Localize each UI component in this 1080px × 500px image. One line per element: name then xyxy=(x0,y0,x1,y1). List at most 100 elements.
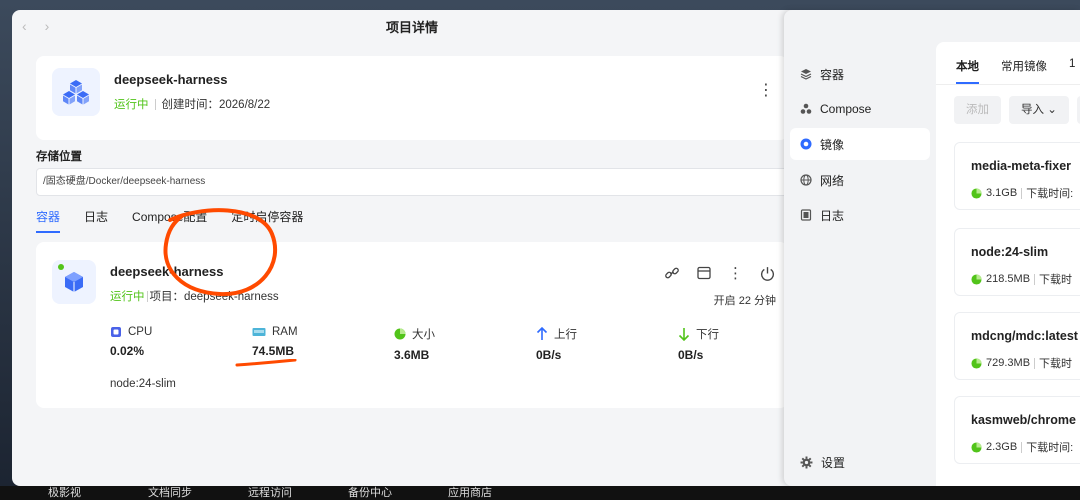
project-meta: 运行中 创建时间：2026/8/22 xyxy=(114,96,270,112)
image-card[interactable]: media-meta-fixer 3.1GB 下载时间: xyxy=(954,142,1080,210)
pie-icon xyxy=(971,187,982,199)
taskbar: 极影视 文档同步 远程访问 备份中心 应用商店 xyxy=(0,486,1080,500)
tab-local[interactable]: 本地 xyxy=(956,58,979,84)
image-card[interactable]: node:24-slim 218.5MB 下载时 xyxy=(954,228,1080,296)
taskbar-item[interactable]: 备份中心 xyxy=(348,486,448,500)
stat-label: CPU xyxy=(128,326,153,338)
tab-containers[interactable]: 容器 xyxy=(36,208,61,233)
divider xyxy=(1021,441,1023,453)
pie-icon xyxy=(394,328,406,340)
sidebar-item-settings[interactable]: 设置 xyxy=(790,446,930,478)
stat-label: 大小 xyxy=(412,329,435,341)
divider xyxy=(1034,357,1036,369)
stat-label: 下行 xyxy=(696,329,719,341)
image-name: mdcng/mdc:latest xyxy=(971,329,1078,343)
storage-path-field[interactable]: /固态硬盘/Docker/deepseek-harness xyxy=(36,168,788,196)
divider xyxy=(146,290,148,302)
sidebar-item-label: Compose xyxy=(820,102,872,116)
container-stats: CPU 0.02% RAM 74.5MB 大小 3.6MB 上行 0B/s 下行… xyxy=(110,326,812,362)
image-meta: 2.3GB 下载时间: xyxy=(971,439,1073,455)
compose-icon xyxy=(800,103,812,114)
window-title: 项目详情 xyxy=(385,19,438,35)
image-name: node:24-slim xyxy=(971,245,1049,259)
container-status: 运行中 xyxy=(110,291,145,303)
cubes-icon xyxy=(52,68,100,116)
annotation-circle xyxy=(163,208,278,297)
pie-icon xyxy=(971,441,982,453)
terminal-window-icon[interactable] xyxy=(696,265,712,281)
running-dot xyxy=(58,264,64,270)
project-name: deepseek-harness xyxy=(114,72,228,87)
divider xyxy=(154,98,156,110)
image-meta: 729.3MB 下载时 xyxy=(971,355,1072,371)
sidebar-item-network[interactable]: 网络 xyxy=(790,164,930,196)
stat-upload: 上行 0B/s xyxy=(536,326,678,362)
image-download-time: 下载时 xyxy=(1039,274,1073,286)
add-button[interactable]: 添加 xyxy=(954,96,1001,124)
image-card[interactable]: kasmweb/chrome 2.3GB 下载时间: xyxy=(954,396,1080,464)
stat-value: 74.5MB xyxy=(252,344,295,358)
docker-window: 容器 Compose 镜像 网络 日志 设置 本地 常用镜像 1 添加 导入 ⌄… xyxy=(784,10,1080,486)
globe-icon xyxy=(800,174,812,186)
layers-icon xyxy=(800,69,812,80)
link-icon[interactable] xyxy=(664,265,680,281)
sidebar-item-images[interactable]: 镜像 xyxy=(790,128,930,160)
image-name: kasmweb/chrome xyxy=(971,413,1076,427)
image-download-time: 下载时间: xyxy=(1026,442,1074,454)
gear-icon xyxy=(800,456,813,468)
stat-value: 3.6MB xyxy=(394,348,430,362)
divider xyxy=(1034,273,1036,285)
image-size: 218.5MB xyxy=(986,273,1031,285)
taskbar-item[interactable]: 极影视 xyxy=(48,486,148,500)
container-image: node:24-slim xyxy=(110,378,176,390)
project-card: deepseek-harness 运行中 创建时间：2026/8/22 ⋮ xyxy=(36,56,788,140)
taskbar-item[interactable]: 远程访问 xyxy=(248,486,348,500)
container-uptime: 开启 22 分钟 xyxy=(713,295,776,307)
arrow-up-icon xyxy=(536,327,548,340)
image-download-time: 下载时 xyxy=(1039,358,1073,370)
image-size: 3.1GB xyxy=(986,187,1018,199)
sidebar-item-label: 日志 xyxy=(820,208,845,223)
stat-value: 0B/s xyxy=(536,348,562,362)
sidebar-item-label: 网络 xyxy=(820,173,845,188)
storage-label: 存储位置 xyxy=(36,151,82,163)
tab-logs[interactable]: 日志 xyxy=(84,208,108,233)
nav-arrows: ‹ › xyxy=(22,18,49,34)
sidebar-item-containers[interactable]: 容器 xyxy=(790,58,930,90)
image-meta: 3.1GB 下载时间: xyxy=(971,185,1073,201)
sidebar-item-compose[interactable]: Compose xyxy=(790,93,930,125)
back-arrow-icon[interactable]: ‹ xyxy=(22,18,27,34)
sidebar-item-label: 容器 xyxy=(820,67,845,82)
divider xyxy=(1021,187,1023,199)
images-panel: 本地 常用镜像 1 添加 导入 ⌄ media-meta-fixer 3.1GB… xyxy=(936,42,1080,486)
project-status: 运行中 xyxy=(114,99,149,111)
stat-ram: RAM 74.5MB xyxy=(252,326,394,362)
image-download-time: 下载时间: xyxy=(1026,188,1074,200)
sidebar-item-label: 镜像 xyxy=(820,137,845,152)
container-card[interactable]: deepseek-harness 运行中 项目：deepseek-harness… xyxy=(36,242,788,408)
ram-icon xyxy=(252,328,266,336)
container-actions: ⋮ xyxy=(664,264,776,282)
sidebar-item-logs[interactable]: 日志 xyxy=(790,199,930,231)
arrow-down-icon xyxy=(678,328,690,341)
image-size: 2.3GB xyxy=(986,441,1018,453)
project-detail-window: ‹ › 项目详情 deepseek-harness 运行中 创建时间：2026/… xyxy=(12,10,812,486)
stat-cpu: CPU 0.02% xyxy=(110,326,252,362)
stat-label: RAM xyxy=(272,326,298,338)
image-meta: 218.5MB 下载时 xyxy=(971,271,1072,287)
more-menu-icon[interactable]: ⋮ xyxy=(758,80,774,100)
taskbar-item[interactable]: 应用商店 xyxy=(448,486,548,500)
tab-other[interactable]: 1 xyxy=(1069,58,1075,84)
docker-sidebar: 容器 Compose 镜像 网络 日志 设置 xyxy=(784,10,936,486)
more-menu-icon[interactable]: ⋮ xyxy=(728,264,743,282)
sidebar-item-label: 设置 xyxy=(821,455,846,470)
tab-common-images[interactable]: 常用镜像 xyxy=(1001,58,1047,84)
image-card[interactable]: mdcng/mdc:latest 729.3MB 下载时 xyxy=(954,312,1080,380)
power-icon[interactable] xyxy=(759,265,776,282)
annotation-underline xyxy=(235,359,297,367)
taskbar-item[interactable]: 文档同步 xyxy=(148,486,248,500)
stat-size: 大小 3.6MB xyxy=(394,326,536,362)
import-button[interactable]: 导入 ⌄ xyxy=(1009,96,1069,124)
pie-icon xyxy=(971,357,982,369)
forward-arrow-icon[interactable]: › xyxy=(45,18,50,34)
